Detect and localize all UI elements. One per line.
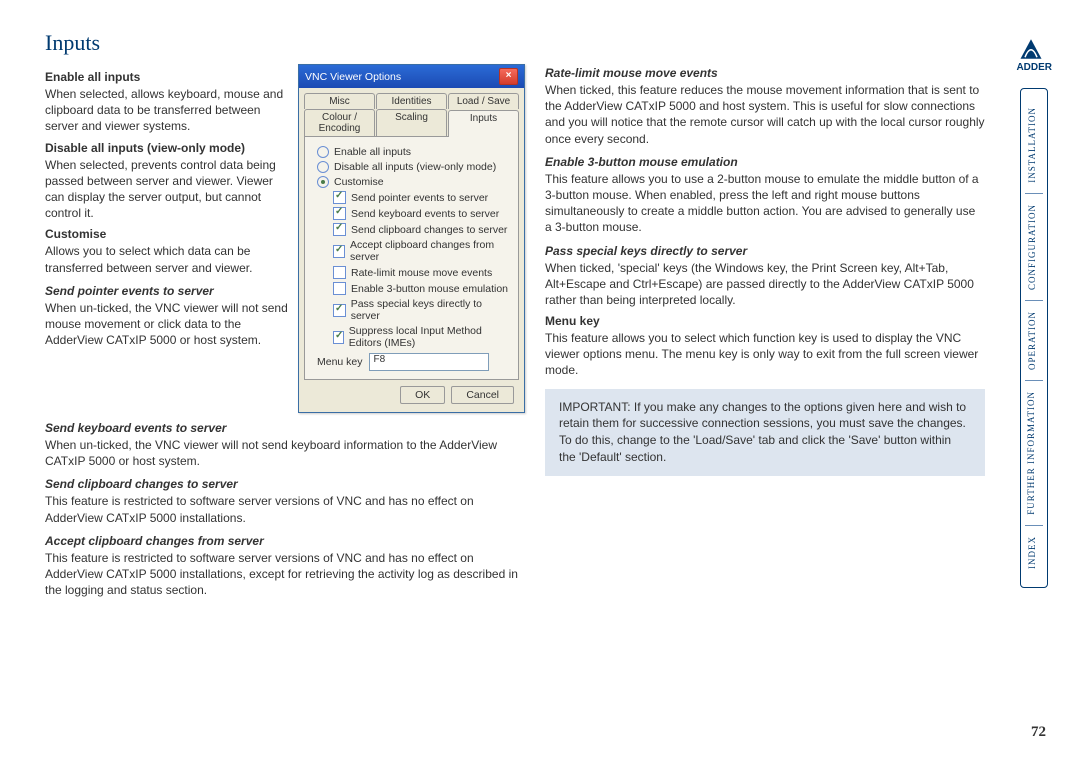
close-button[interactable]: × xyxy=(499,68,518,85)
sidebar: ADDER Installation Configuration Operati… xyxy=(1016,36,1052,588)
heading-disable: Disable all inputs (view-only mode) xyxy=(45,141,288,155)
radio-disable-all[interactable]: Disable all inputs (view-only mode) xyxy=(317,161,510,173)
body-3button: This feature allows you to use a 2-butto… xyxy=(545,171,985,236)
menu-key-input[interactable]: F8 xyxy=(369,353,489,371)
checkbox-rate-limit[interactable]: Rate-limit mouse move events xyxy=(333,266,510,279)
checkbox-send-clipboard[interactable]: Send clipboard changes to server xyxy=(333,223,510,236)
tab-colour-encoding[interactable]: Colour / Encoding xyxy=(304,109,375,136)
heading-menu-key: Menu key xyxy=(545,314,985,328)
nav-operation[interactable]: Operation xyxy=(1025,301,1043,380)
dialog-titlebar: VNC Viewer Options × xyxy=(299,65,524,88)
heading-send-clipboard: Send clipboard changes to server xyxy=(45,477,525,491)
tab-load-save[interactable]: Load / Save xyxy=(448,93,519,109)
body-send-pointer: When un-ticked, the VNC viewer will not … xyxy=(45,300,288,349)
body-customise: Allows you to select which data can be t… xyxy=(45,243,288,275)
body-accept-clipboard: This feature is restricted to software s… xyxy=(45,550,525,599)
checkbox-icon xyxy=(333,191,346,204)
checkbox-3button[interactable]: Enable 3-button mouse emulation xyxy=(333,282,510,295)
nav-index[interactable]: Index xyxy=(1025,526,1043,579)
nav-further-information[interactable]: Further Information xyxy=(1025,381,1043,525)
brand-logo: ADDER xyxy=(1016,36,1052,73)
radio-icon xyxy=(317,161,329,173)
body-disable: When selected, prevents control data bei… xyxy=(45,157,288,222)
body-send-keyboard: When un-ticked, the VNC viewer will not … xyxy=(45,437,525,469)
nav-configuration[interactable]: Configuration xyxy=(1025,194,1043,300)
snake-icon xyxy=(1016,36,1046,62)
nav-installation[interactable]: Installation xyxy=(1025,97,1043,193)
body-rate-limit: When ticked, this feature reduces the mo… xyxy=(545,82,985,147)
dialog-title: VNC Viewer Options xyxy=(305,71,401,83)
radio-icon xyxy=(317,176,329,188)
heading-customise: Customise xyxy=(45,227,288,241)
checkbox-accept-clipboard[interactable]: Accept clipboard changes from server xyxy=(333,239,510,263)
body-menu-key: This feature allows you to select which … xyxy=(545,330,985,379)
tab-scaling[interactable]: Scaling xyxy=(376,109,447,136)
heading-enable-all: Enable all inputs xyxy=(45,70,288,84)
heading-rate-limit: Rate-limit mouse move events xyxy=(545,66,985,80)
checkbox-icon xyxy=(333,223,346,236)
checkbox-icon xyxy=(333,207,346,220)
body-pass-keys: When ticked, 'special' keys (the Windows… xyxy=(545,260,985,309)
checkbox-send-pointer[interactable]: Send pointer events to server xyxy=(333,191,510,204)
tab-identities[interactable]: Identities xyxy=(376,93,447,109)
heading-send-keyboard: Send keyboard events to server xyxy=(45,421,525,435)
cancel-button[interactable]: Cancel xyxy=(451,386,514,404)
radio-enable-all[interactable]: Enable all inputs xyxy=(317,146,510,158)
page-number: 72 xyxy=(1031,724,1046,741)
checkbox-icon xyxy=(333,266,346,279)
checkbox-icon xyxy=(333,282,346,295)
checkbox-suppress-ime[interactable]: Suppress local Input Method Editors (IME… xyxy=(333,325,510,349)
nav-box: Installation Configuration Operation Fur… xyxy=(1020,88,1048,588)
heading-pass-keys: Pass special keys directly to server xyxy=(545,244,985,258)
checkbox-icon xyxy=(333,304,346,317)
tab-misc[interactable]: Misc xyxy=(304,93,375,109)
heading-accept-clipboard: Accept clipboard changes from server xyxy=(45,534,525,548)
radio-icon xyxy=(317,146,329,158)
checkbox-icon xyxy=(333,331,344,344)
vnc-options-dialog: VNC Viewer Options × Misc Identities Loa… xyxy=(298,64,525,413)
heading-3button: Enable 3-button mouse emulation xyxy=(545,155,985,169)
page-title: Inputs xyxy=(45,30,525,56)
ok-button[interactable]: OK xyxy=(400,386,445,404)
menu-key-label: Menu key xyxy=(317,356,363,368)
radio-customise[interactable]: Customise xyxy=(317,176,510,188)
body-enable-all: When selected, allows keyboard, mouse an… xyxy=(45,86,288,135)
checkbox-pass-special[interactable]: Pass special keys directly to server xyxy=(333,298,510,322)
heading-send-pointer: Send pointer events to server xyxy=(45,284,288,298)
important-note: IMPORTANT: If you make any changes to th… xyxy=(545,389,985,476)
tab-inputs[interactable]: Inputs xyxy=(448,110,519,137)
checkbox-icon xyxy=(333,245,345,258)
checkbox-send-keyboard[interactable]: Send keyboard events to server xyxy=(333,207,510,220)
body-send-clipboard: This feature is restricted to software s… xyxy=(45,493,525,525)
